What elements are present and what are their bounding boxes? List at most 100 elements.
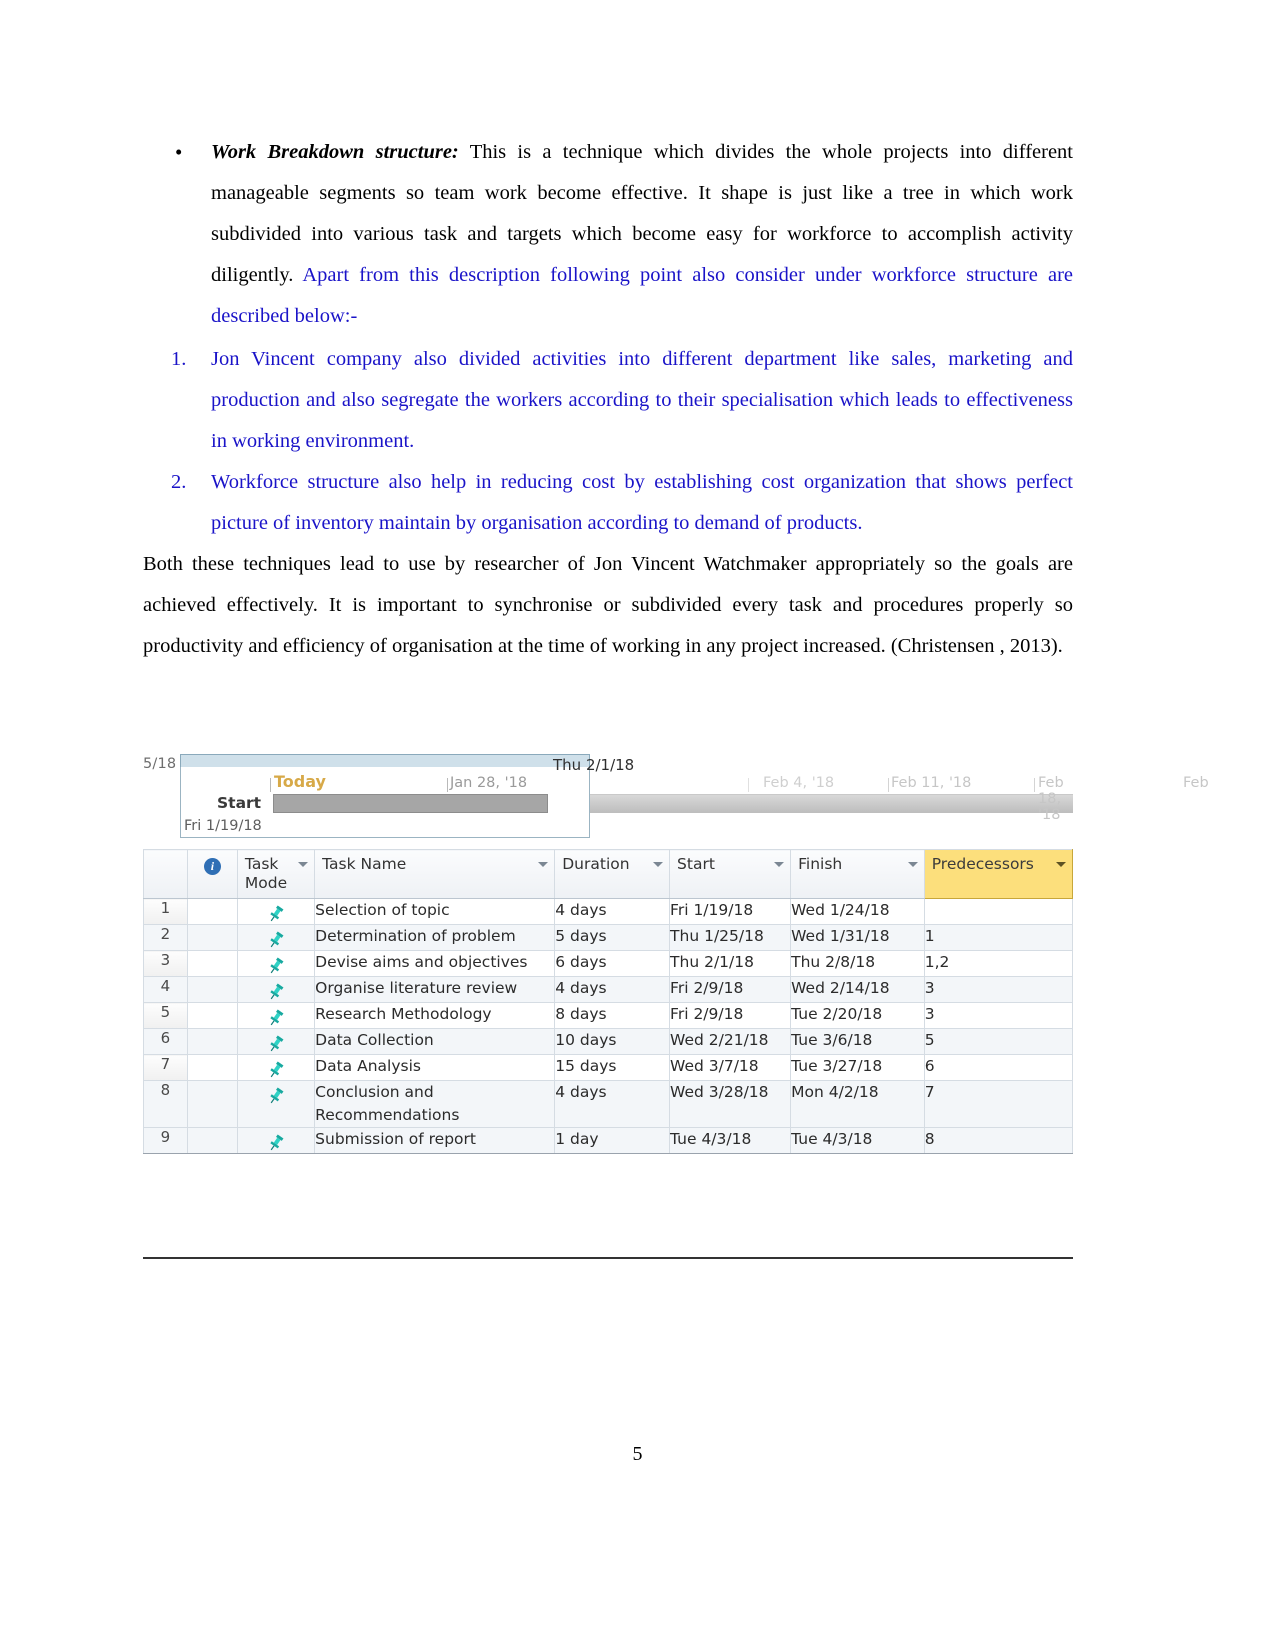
row-predecessors-cell[interactable]: 8 [923, 1127, 1074, 1154]
row-duration-cell[interactable]: 4 days [554, 1080, 671, 1128]
row-task-mode-cell[interactable] [236, 1054, 316, 1081]
chevron-down-icon[interactable] [538, 862, 549, 867]
project-timeline-strip: 5/18 Today Jan 28, '18 Feb 4, '18 Feb 11… [143, 752, 1209, 844]
table-row[interactable]: 7 Data Analysis 15 days Wed 3/7/18 Tue 3/27/… [143, 1054, 1074, 1081]
row-finish-cell[interactable]: Tue 4/3/18 [790, 1127, 925, 1154]
table-row[interactable]: 2 Determination of problem 5 days Thu 1/25/… [143, 924, 1074, 951]
document-page: • Work Breakdown structure: This is a te… [0, 0, 1275, 1650]
column-header-predecessors[interactable]: Predecessors [923, 849, 1074, 899]
column-header-task-name-label: Task Name [322, 855, 407, 873]
row-indicator-cell [186, 898, 238, 925]
chevron-down-icon[interactable] [298, 862, 309, 867]
row-duration-cell[interactable]: 4 days [554, 898, 671, 925]
row-start-cell[interactable]: Tue 4/3/18 [669, 1127, 792, 1154]
row-name-cell[interactable]: Selection of topic [314, 898, 556, 925]
task-table-body: 1 Selection of topic 4 days Fri 1/19/18 Wed … [143, 898, 1074, 1154]
row-duration-cell[interactable]: 5 days [554, 924, 671, 951]
row-finish-cell[interactable]: Tue 3/27/18 [790, 1054, 925, 1081]
row-duration-cell[interactable]: 10 days [554, 1028, 671, 1055]
table-row[interactable]: 8 Conclusion and Recommendations 4 days Wed… [143, 1080, 1074, 1128]
table-row[interactable]: 6 Data Collection 10 days Wed 2/21/18 Tue 3/… [143, 1028, 1074, 1055]
row-number-cell[interactable]: 1 [143, 898, 188, 925]
row-name-cell[interactable]: Devise aims and objectives [314, 950, 556, 977]
column-header-task-name[interactable]: Task Name [314, 849, 556, 899]
column-header-start-label: Start [677, 855, 715, 873]
row-finish-cell[interactable]: Wed 1/24/18 [790, 898, 925, 925]
chevron-down-icon[interactable] [653, 862, 664, 867]
table-row[interactable]: 9 Submission of report 1 day Tue 4/3/18 Tue … [143, 1127, 1074, 1154]
row-finish-cell[interactable]: Thu 2/8/18 [790, 950, 925, 977]
row-number-cell[interactable]: 4 [143, 976, 188, 1003]
row-predecessors-cell[interactable] [923, 898, 1074, 925]
timeline-tick-jan28 [447, 778, 448, 792]
chevron-down-icon[interactable] [1056, 862, 1066, 867]
row-number-cell[interactable]: 2 [143, 924, 188, 951]
row-task-mode-cell[interactable] [236, 976, 316, 1003]
row-finish-cell[interactable]: Wed 1/31/18 [790, 924, 925, 951]
table-row[interactable]: 3 Devise aims and objectives 6 days Thu 2/1… [143, 950, 1074, 977]
row-number-cell[interactable]: 3 [143, 950, 188, 977]
row-predecessors-cell[interactable]: 1 [923, 924, 1074, 951]
row-finish-cell[interactable]: Tue 2/20/18 [790, 1002, 925, 1029]
row-start-cell[interactable]: Fri 2/9/18 [669, 1002, 792, 1029]
row-task-mode-cell[interactable] [236, 924, 316, 951]
row-number-cell[interactable]: 7 [143, 1054, 188, 1081]
row-predecessors-cell[interactable]: 6 [923, 1054, 1074, 1081]
row-duration-cell[interactable]: 15 days [554, 1054, 671, 1081]
column-header-start[interactable]: Start [669, 849, 792, 899]
row-finish-cell[interactable]: Tue 3/6/18 [790, 1028, 925, 1055]
row-predecessors-cell[interactable]: 3 [923, 976, 1074, 1003]
row-name-cell[interactable]: Data Analysis [314, 1054, 556, 1081]
column-header-predecessors-label: Predecessors [931, 855, 1034, 873]
timeline-tick-today [270, 778, 271, 792]
row-name-cell[interactable]: Determination of problem [314, 924, 556, 951]
column-header-rownum [143, 849, 188, 899]
row-predecessors-cell[interactable]: 7 [923, 1080, 1074, 1128]
row-start-cell[interactable]: Wed 3/28/18 [669, 1080, 792, 1128]
row-predecessors-cell[interactable]: 1,2 [923, 950, 1074, 977]
row-indicator-cell [186, 924, 238, 951]
row-predecessors-cell[interactable]: 3 [923, 1002, 1074, 1029]
numbered-item-1-marker: 1. [171, 348, 187, 370]
row-start-cell[interactable]: Wed 2/21/18 [669, 1028, 792, 1055]
table-row[interactable]: 1 Selection of topic 4 days Fri 1/19/18 Wed … [143, 898, 1074, 925]
chevron-down-icon[interactable] [907, 862, 918, 867]
row-start-cell[interactable]: Fri 2/9/18 [669, 976, 792, 1003]
table-bottom-rule [143, 1257, 1073, 1259]
row-name-cell[interactable]: Data Collection [314, 1028, 556, 1055]
chevron-down-icon[interactable] [774, 862, 785, 867]
row-task-mode-cell[interactable] [236, 1080, 316, 1128]
row-duration-cell[interactable]: 1 day [554, 1127, 671, 1154]
row-start-cell[interactable]: Fri 1/19/18 [669, 898, 792, 925]
column-header-task-mode[interactable]: Task Mode [236, 849, 316, 899]
row-number-cell[interactable]: 5 [143, 1002, 188, 1029]
table-row[interactable]: 5 Research Methodology 8 days Fri 2/9/18 Tue… [143, 1002, 1074, 1029]
row-task-mode-cell[interactable] [236, 1002, 316, 1029]
table-row[interactable]: 4 Organise literature review 4 days Fri 2/9… [143, 976, 1074, 1003]
column-header-duration[interactable]: Duration [554, 849, 671, 899]
row-start-cell[interactable]: Thu 1/25/18 [669, 924, 792, 951]
row-finish-cell[interactable]: Mon 4/2/18 [790, 1080, 925, 1128]
row-name-cell[interactable]: Conclusion and Recommendations [314, 1080, 556, 1128]
row-duration-cell[interactable]: 4 days [554, 976, 671, 1003]
row-number-cell[interactable]: 9 [143, 1127, 188, 1154]
row-task-mode-cell[interactable] [236, 1028, 316, 1055]
row-name-cell[interactable]: Organise literature review [314, 976, 556, 1003]
row-start-cell[interactable]: Wed 3/7/18 [669, 1054, 792, 1081]
row-number-cell[interactable]: 6 [143, 1028, 188, 1055]
row-number-cell[interactable]: 8 [143, 1080, 188, 1128]
row-task-mode-cell[interactable] [236, 898, 316, 925]
row-name-cell[interactable]: Submission of report [314, 1127, 556, 1154]
pushpin-icon [266, 904, 286, 924]
timeline-tick-label-jan28: Jan 28, '18 [450, 775, 528, 791]
row-task-mode-cell[interactable] [236, 1127, 316, 1154]
pushpin-icon [266, 1008, 286, 1028]
row-finish-cell[interactable]: Wed 2/14/18 [790, 976, 925, 1003]
row-duration-cell[interactable]: 8 days [554, 1002, 671, 1029]
row-predecessors-cell[interactable]: 5 [923, 1028, 1074, 1055]
row-name-cell[interactable]: Research Methodology [314, 1002, 556, 1029]
column-header-finish[interactable]: Finish [790, 849, 925, 899]
row-duration-cell[interactable]: 6 days [554, 950, 671, 977]
row-task-mode-cell[interactable] [236, 950, 316, 977]
row-start-cell[interactable]: Thu 2/1/18 [669, 950, 792, 977]
